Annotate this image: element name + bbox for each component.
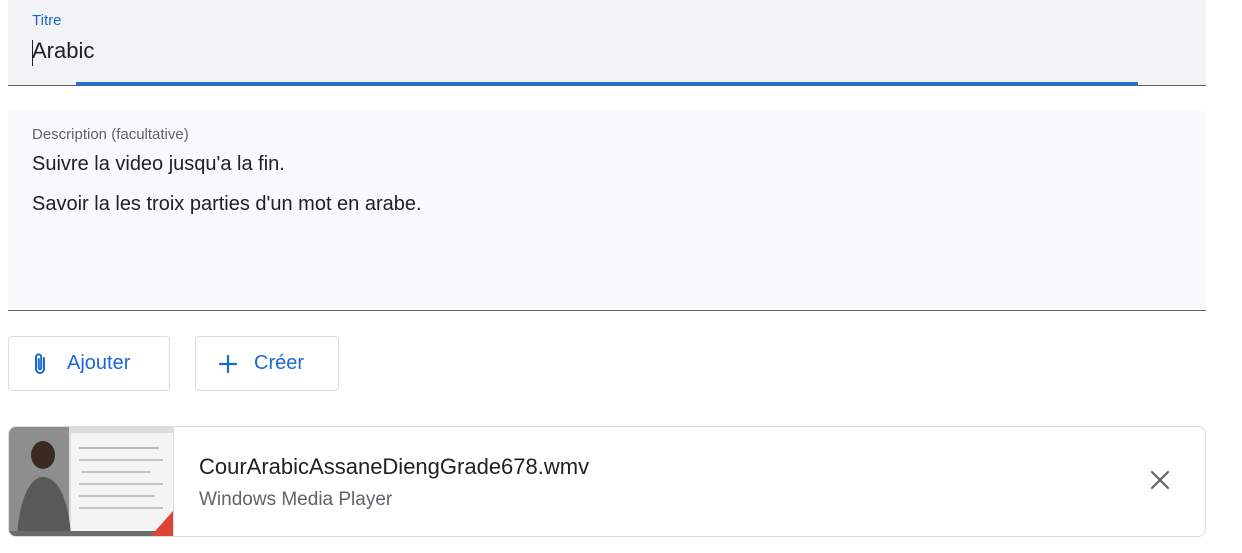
paperclip-icon	[29, 352, 53, 376]
create-button-label: Créer	[254, 352, 305, 374]
title-focus-underline	[76, 82, 1138, 85]
video-thumbnail[interactable]	[9, 427, 174, 536]
create-button[interactable]: Créer	[195, 336, 339, 391]
add-attachment-button[interactable]: Ajouter	[8, 336, 170, 391]
description-line[interactable]: Suivre la video jusqu'a la fin.	[32, 153, 285, 176]
add-button-label: Ajouter	[67, 352, 131, 374]
title-field-label: Titre	[32, 12, 62, 29]
description-field-label: Description (facultative)	[32, 126, 189, 143]
remove-attachment-button[interactable]	[1145, 467, 1175, 497]
attachment-card[interactable]: CourArabicAssaneDiengGrade678.wmv Window…	[8, 426, 1206, 537]
description-line[interactable]: Savoir la les troix parties d'un mot en …	[32, 193, 422, 216]
assignment-form: Titre Arabic Description (facultative) S…	[0, 0, 1242, 553]
title-input[interactable]: Arabic	[32, 38, 94, 64]
description-field[interactable]: Description (facultative) Suivre la vide…	[8, 111, 1206, 311]
title-field[interactable]: Titre Arabic	[8, 0, 1206, 86]
attachment-app-name: Windows Media Player	[199, 489, 393, 510]
plus-icon	[216, 352, 240, 376]
attachment-file-name[interactable]: CourArabicAssaneDiengGrade678.wmv	[199, 454, 589, 480]
close-icon	[1149, 469, 1171, 496]
